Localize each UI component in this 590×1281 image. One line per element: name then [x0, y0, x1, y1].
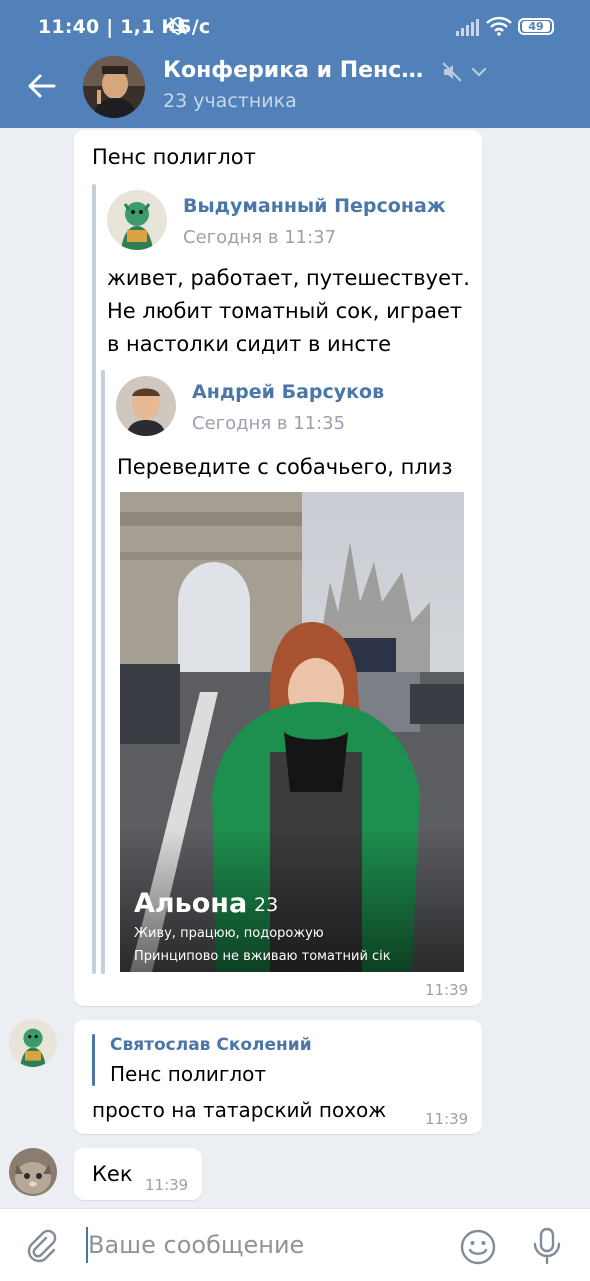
profile-bio-line: Принципово не вживаю томатний сік — [134, 949, 391, 964]
forwarded-text-line: в настолки сидит в инсте — [107, 332, 392, 356]
profile-age: 23 — [254, 894, 279, 916]
author-avatar[interactable] — [116, 376, 176, 436]
battery-icon: 49 — [518, 18, 554, 35]
wifi-icon — [486, 16, 512, 36]
reply-text[interactable]: Пенс полиглот — [110, 1062, 266, 1086]
paperclip-icon[interactable] — [24, 1229, 58, 1263]
signal-icon — [455, 18, 479, 36]
reply-bar — [92, 1034, 95, 1086]
message-composer — [0, 1208, 590, 1281]
status-bar: 11:40 | 1,1 КБ/с 49 — [0, 0, 590, 56]
forwarded-text: Переведите с собачьего, плиз — [117, 455, 453, 479]
reply-author-name[interactable]: Святослав Сколений — [110, 1035, 312, 1055]
message-time: 11:39 — [145, 1176, 189, 1194]
battery-level: 49 — [522, 21, 550, 33]
chat-title[interactable]: Конферика и Пенсори... — [163, 58, 435, 83]
microphone-icon[interactable] — [530, 1227, 564, 1265]
profile-name: Альона — [134, 888, 248, 919]
forwarded-date: Сегодня в 11:35 — [192, 413, 346, 434]
back-arrow-icon[interactable] — [24, 68, 60, 104]
muted-speaker-icon — [440, 60, 464, 84]
forwarded-text-line: Не любит томатный сок, играет — [107, 299, 463, 323]
sender-avatar[interactable] — [9, 1148, 57, 1196]
chat-avatar[interactable] — [83, 56, 145, 118]
forward-bar — [92, 184, 96, 974]
sender-avatar[interactable] — [9, 1019, 57, 1067]
message-text: Пенс полиглот — [92, 145, 256, 169]
message-time: 11:39 — [425, 981, 469, 999]
profile-bio-line: Живу, працюю, подорожую — [134, 926, 324, 941]
forwarded-text-line: живет, работает, путешествует. — [107, 266, 470, 290]
message-time: 11:39 — [425, 1110, 469, 1128]
forwarded-date: Сегодня в 11:37 — [183, 227, 337, 248]
message-text: Кек — [92, 1162, 133, 1186]
chevron-down-icon[interactable] — [469, 62, 489, 82]
emoji-icon[interactable] — [460, 1229, 496, 1265]
forwarded-author-name[interactable]: Андрей Барсуков — [192, 381, 384, 403]
mute-notification-icon — [168, 16, 188, 36]
nested-forward-bar — [101, 370, 105, 974]
chat-members-count: 23 участника — [163, 90, 297, 112]
app-header: 11:40 | 1,1 КБ/с 49 Конферика и Пенсори.… — [0, 0, 590, 128]
forwarded-author-name[interactable]: Выдуманный Персонаж — [183, 195, 446, 217]
message-input[interactable] — [88, 1229, 428, 1261]
author-avatar[interactable] — [107, 190, 167, 250]
photo-attachment[interactable]: Альона 23 Живу, працюю, подорожую Принци… — [120, 492, 464, 972]
message-text: просто на татарский похож — [92, 1098, 387, 1122]
